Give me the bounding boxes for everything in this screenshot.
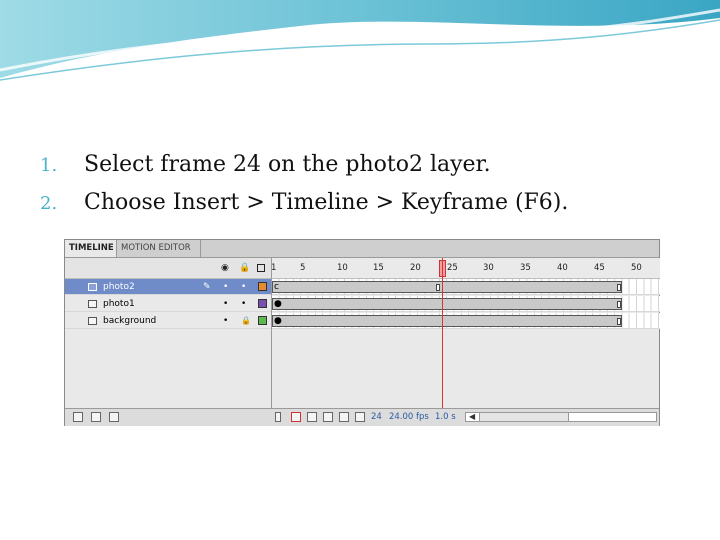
onion-skin-icon[interactable] <box>307 412 317 422</box>
center-frame-icon[interactable] <box>291 412 301 422</box>
instruction-step: 2. Choose Insert > Timeline > Keyframe (… <box>40 190 568 228</box>
layer-icon <box>88 283 97 291</box>
frame-ruler[interactable]: 1 5 10 15 20 25 30 35 40 45 50 <box>271 258 660 279</box>
empty-layer-area <box>65 333 659 408</box>
layer-name: photo1 <box>103 299 135 309</box>
tab-timeline[interactable]: TIMELINE <box>65 240 117 257</box>
frame-row-photo2[interactable]: c <box>272 279 660 295</box>
timeline-status-bar: 24 24.00 fps 1.0 s ◀ <box>65 408 659 426</box>
ruler-number: 30 <box>483 263 494 273</box>
end-frame-marker <box>617 301 621 308</box>
ruler-number: 45 <box>594 263 605 273</box>
keyframe-dot-icon: ● <box>274 316 282 326</box>
layer-name: photo2 <box>103 282 135 292</box>
ruler-number: 25 <box>447 263 458 273</box>
frame-span <box>272 315 622 327</box>
lock-dot-icon[interactable]: • <box>241 296 246 312</box>
tab-motion-editor[interactable]: MOTION EDITOR <box>117 240 201 257</box>
layer-color-swatch[interactable] <box>258 299 267 308</box>
layer-color-swatch[interactable] <box>258 282 267 291</box>
pencil-icon: ✎ <box>203 282 211 292</box>
frame-row-photo1[interactable]: ● <box>272 296 660 312</box>
ruler-number: 35 <box>520 263 531 273</box>
visibility-dot-icon[interactable]: • <box>223 296 228 312</box>
lock-dot-icon[interactable]: • <box>241 279 246 295</box>
scroll-left-icon[interactable]: ◀ <box>469 412 475 421</box>
layer-row-photo2[interactable]: photo2 ✎ • • <box>65 279 271 295</box>
ruler-number: 50 <box>631 263 642 273</box>
instruction-step: 1. Select frame 24 on the photo2 layer. <box>40 152 568 190</box>
frame-row-background[interactable]: ● <box>272 313 660 329</box>
layer-color-swatch[interactable] <box>258 316 267 325</box>
step-number: 1. <box>40 155 58 176</box>
lock-icon[interactable]: 🔒 <box>241 313 251 329</box>
step-text: Select frame 24 on the photo2 layer. <box>84 152 491 177</box>
new-layer-icon[interactable] <box>73 412 83 422</box>
panel-tabs: TIMELINE MOTION EDITOR <box>65 240 659 258</box>
step-text: Choose Insert > Timeline > Keyframe (F6)… <box>84 190 569 215</box>
frame-label: c <box>274 282 279 292</box>
ruler-number: 40 <box>557 263 568 273</box>
frame-span <box>272 298 622 310</box>
layers-header: ◉ 🔒 <box>65 258 271 279</box>
visibility-dot-icon[interactable]: • <box>223 279 228 295</box>
scroll-thumb[interactable] <box>479 412 569 422</box>
layer-icon <box>88 317 97 325</box>
new-folder-icon[interactable] <box>91 412 101 422</box>
instruction-list: 1. Select frame 24 on the photo2 layer. … <box>40 152 568 228</box>
keyframe-dot-icon: ● <box>274 299 282 309</box>
header-wave-decoration <box>0 0 720 81</box>
modify-markers-icon[interactable] <box>355 412 365 422</box>
end-frame-marker <box>617 284 621 291</box>
lock-icon[interactable]: 🔒 <box>239 263 250 273</box>
layer-name: background <box>103 316 157 326</box>
frame-rate-value: 24.00 fps <box>389 412 429 422</box>
ruler-number: 5 <box>300 263 306 273</box>
delete-trash-icon[interactable] <box>109 412 119 422</box>
layer-icon <box>88 300 97 308</box>
elapsed-time-value: 1.0 s <box>435 412 456 422</box>
frame-span <box>272 281 622 293</box>
layer-frame-divider <box>271 278 272 408</box>
playhead-line <box>442 258 443 426</box>
end-frame-marker <box>436 284 440 291</box>
edit-multiple-frames-icon[interactable] <box>339 412 349 422</box>
onion-skin-outlines-icon[interactable] <box>323 412 333 422</box>
eye-icon[interactable]: ◉ <box>221 263 229 273</box>
visibility-dot-icon[interactable]: • <box>223 313 228 329</box>
ruler-number: 1 <box>271 263 277 273</box>
layer-row-background[interactable]: background • 🔒 <box>65 313 271 329</box>
ruler-number: 20 <box>410 263 421 273</box>
timeline-panel: TIMELINE MOTION EDITOR ◉ 🔒 1 5 10 15 20 … <box>64 239 660 426</box>
ruler-number: 10 <box>337 263 348 273</box>
current-frame-value: 24 <box>371 412 382 422</box>
end-frame-marker <box>617 318 621 325</box>
scroll-to-playhead-icon[interactable] <box>275 412 281 422</box>
ruler-number: 15 <box>373 263 384 273</box>
step-number: 2. <box>40 193 58 214</box>
layer-row-photo1[interactable]: photo1 • • <box>65 296 271 312</box>
outline-icon[interactable] <box>257 264 265 272</box>
